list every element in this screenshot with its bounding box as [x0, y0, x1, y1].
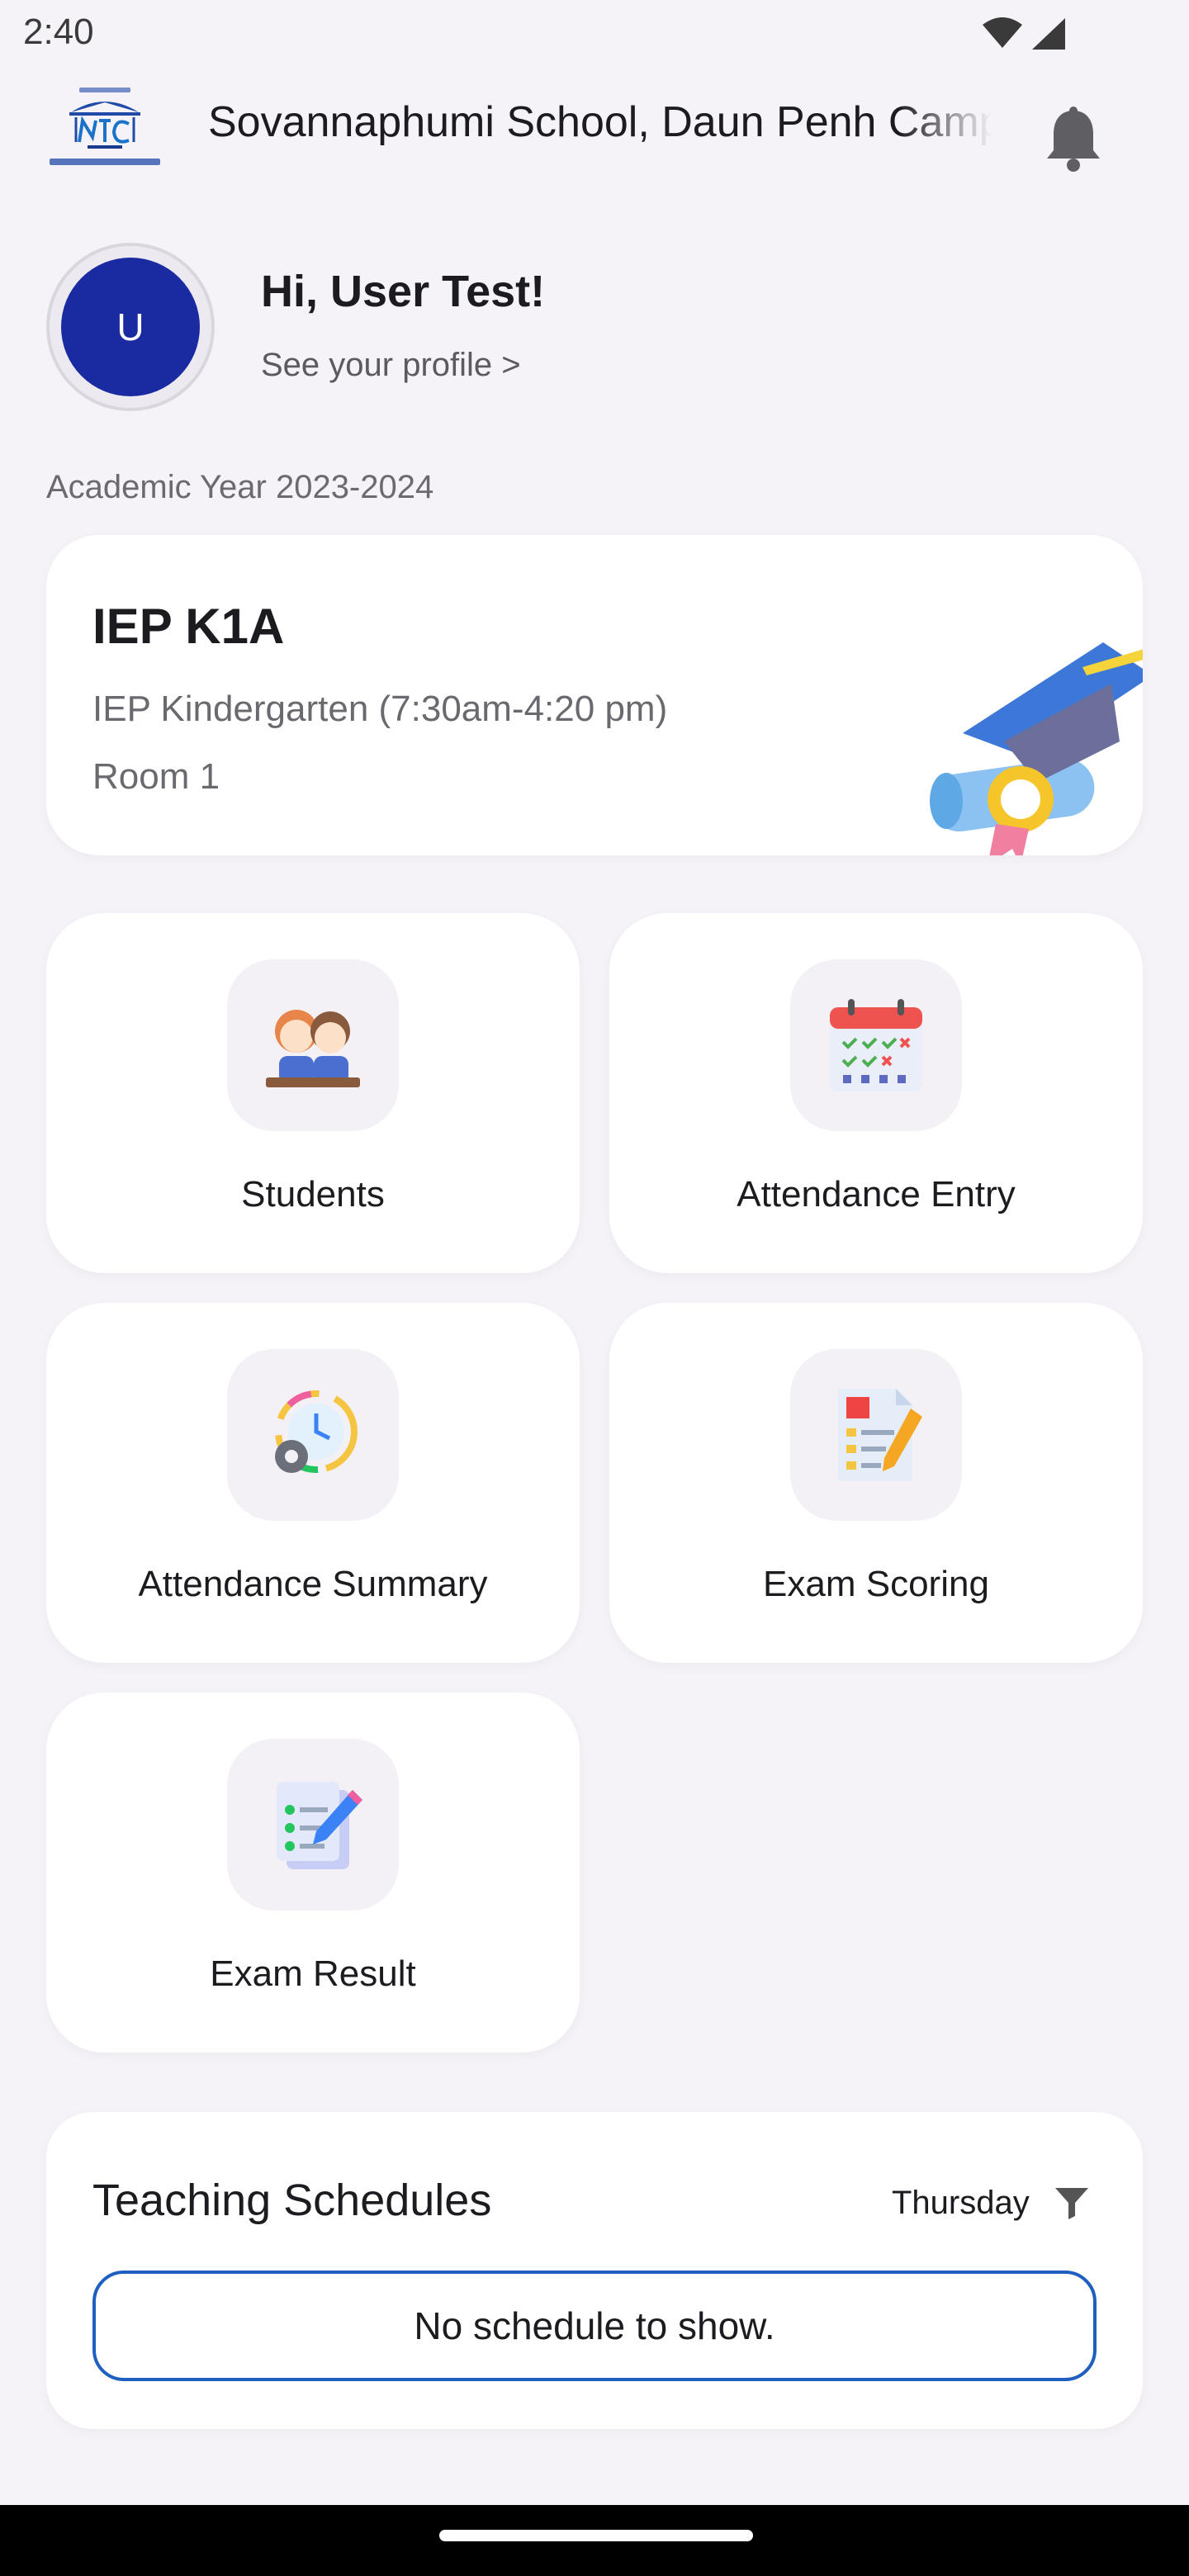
avatar: U	[61, 258, 200, 396]
empty-schedule-message: No schedule to show.	[92, 2271, 1097, 2381]
status-bar: 2:40	[0, 0, 1189, 66]
exam-paper-pencil-icon	[838, 1389, 922, 1481]
notification-bell-icon[interactable]	[1042, 106, 1105, 175]
schedule-day-filter[interactable]: Thursday	[892, 2185, 1030, 2222]
system-nav-bar	[0, 2505, 1189, 2576]
class-room: Room 1	[92, 756, 220, 797]
school-name: Sovannaphumi School, Daun Penh Campus	[208, 98, 992, 146]
tile-label: Students	[241, 1174, 385, 1215]
see-profile-link[interactable]: See your profile >	[261, 347, 521, 384]
status-time: 2:40	[23, 12, 94, 52]
calendar-check-icon	[830, 999, 922, 1091]
checklist-pencil-icon	[277, 1782, 362, 1869]
teaching-schedules-card: Teaching Schedules Thursday No schedule …	[46, 2112, 1143, 2429]
tile-label: Attendance Entry	[737, 1174, 1016, 1215]
filter-icon[interactable]	[1054, 2186, 1090, 2219]
academic-year-label: Academic Year 2023-2024	[46, 469, 434, 505]
clock-gear-icon	[275, 1390, 358, 1473]
signal-icon	[1032, 18, 1065, 50]
tile-label: Exam Result	[210, 1953, 416, 1994]
home-screen: 2:40 Sovannaphumi School, Daun Penh Camp…	[0, 0, 1189, 2576]
students-icon	[266, 1010, 360, 1087]
graduation-cap-icon	[930, 642, 1143, 855]
class-card[interactable]: IEP K1A IEP Kindergarten (7:30am-4:20 pm…	[46, 535, 1143, 855]
schedule-title: Teaching Schedules	[92, 2176, 492, 2225]
avatar-button[interactable]: U	[46, 243, 215, 411]
greeting-text: Hi, User Test!	[261, 267, 546, 316]
exam-scoring-tile[interactable]: Exam Scoring	[609, 1303, 1143, 1663]
attendance-summary-tile[interactable]: Attendance Summary	[46, 1303, 580, 1663]
wifi-icon	[983, 17, 1022, 48]
school-logo	[50, 88, 160, 165]
class-title: IEP K1A	[92, 599, 285, 654]
class-program: IEP Kindergarten (7:30am-4:20 pm)	[92, 689, 668, 729]
home-indicator[interactable]	[439, 2530, 753, 2541]
students-tile[interactable]: Students	[46, 913, 580, 1273]
tile-label: Attendance Summary	[138, 1564, 488, 1604]
attendance-entry-tile[interactable]: Attendance Entry	[609, 913, 1143, 1273]
tile-label: Exam Scoring	[763, 1564, 989, 1604]
exam-result-tile[interactable]: Exam Result	[46, 1693, 580, 2053]
app-header: Sovannaphumi School, Daun Penh Campus	[0, 73, 1189, 180]
